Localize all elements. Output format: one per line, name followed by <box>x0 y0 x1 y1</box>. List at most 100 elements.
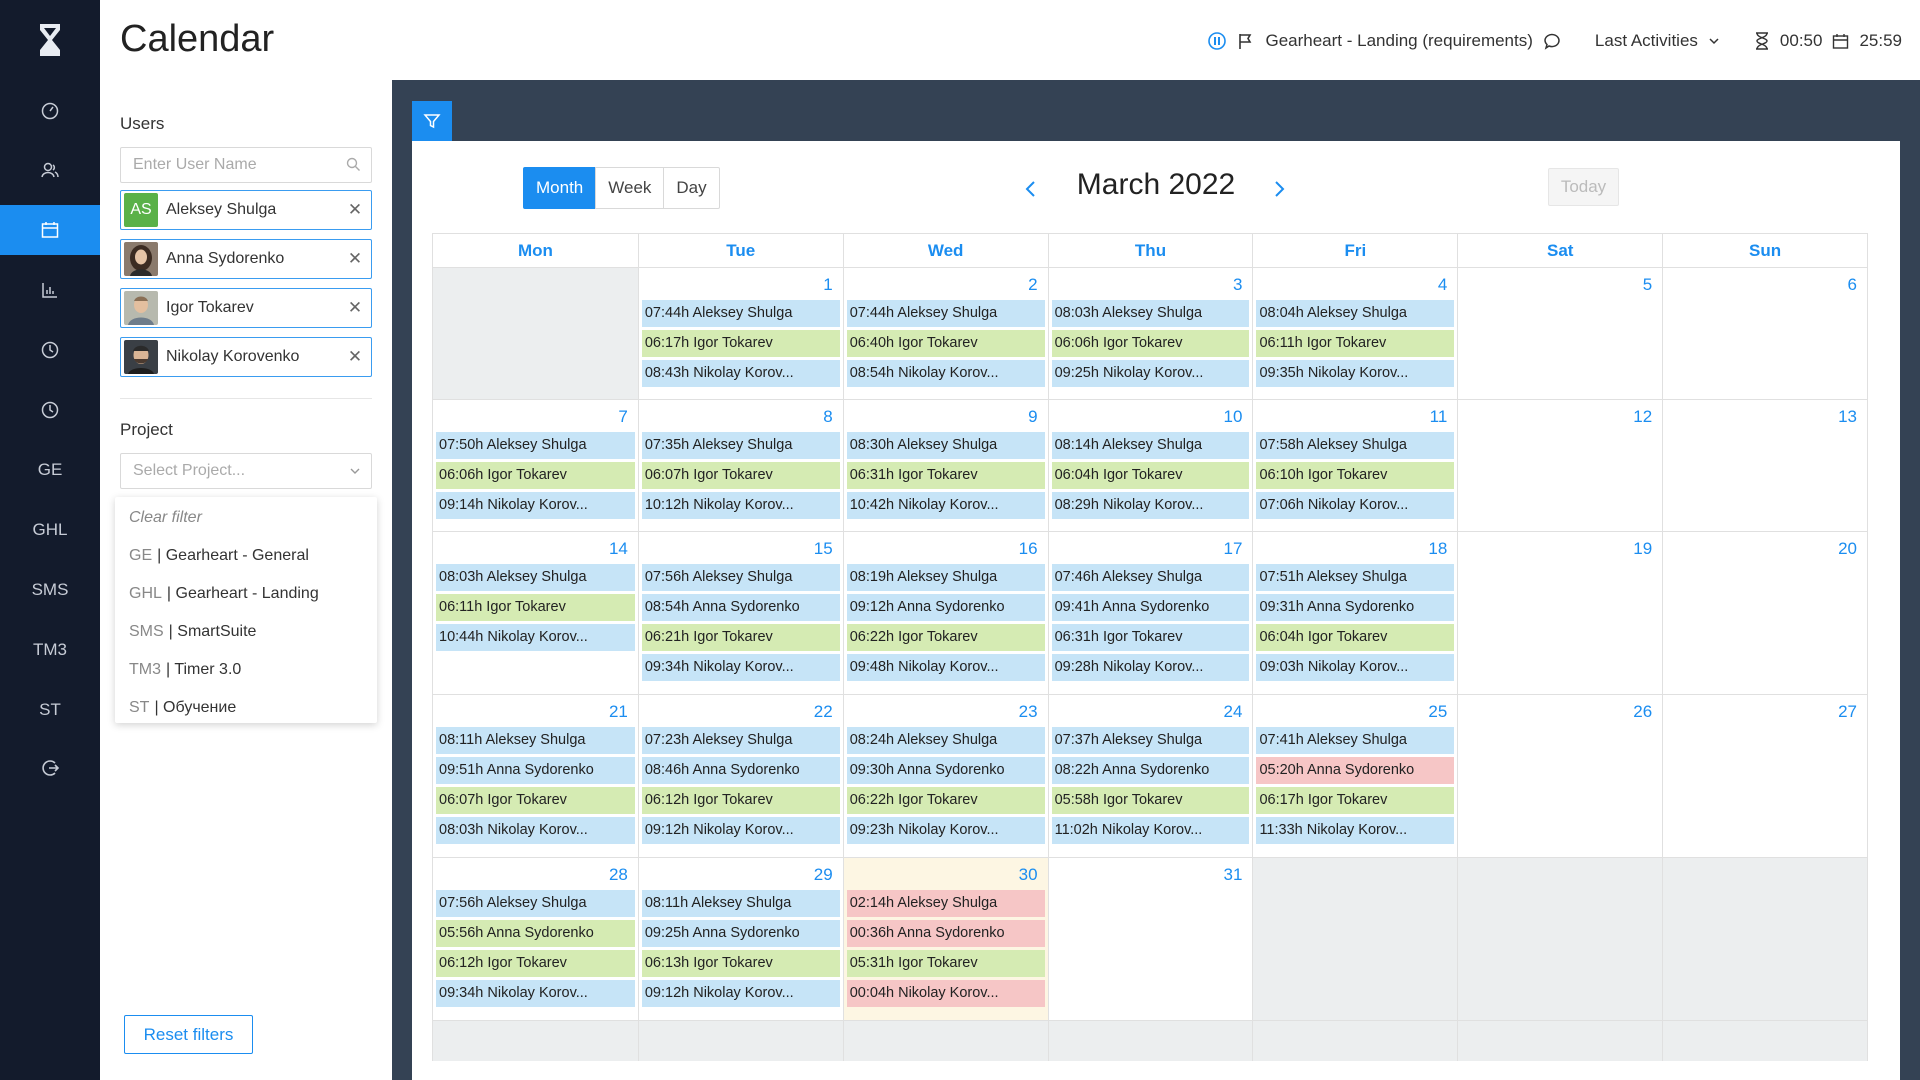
calendar-event[interactable]: 09:23h Nikolay Korov... <box>846 817 1045 844</box>
day-cell-9[interactable]: 9 08:30h Aleksey Shulga 06:31h Igor Tokare… <box>842 400 1048 531</box>
calendar-event[interactable]: 09:41h Anna Sydorenko <box>1051 594 1250 621</box>
user-chip-anna[interactable]: Anna Sydorenko ✕ <box>120 239 372 279</box>
calendar-event[interactable]: 09:35h Nikolay Korov... <box>1256 360 1455 387</box>
project-option-st[interactable]: ST | Обучение <box>115 689 377 727</box>
calendar-event[interactable]: 06:11h Igor Tokarev <box>436 594 635 621</box>
day-cell-5[interactable]: 5 <box>1457 268 1662 399</box>
calendar-event[interactable]: 07:35h Aleksey Shulga <box>641 432 840 459</box>
calendar-event[interactable]: 05:31h Igor Tokarev <box>846 950 1045 977</box>
user-chip-aleksey[interactable]: AS Aleksey Shulga ✕ <box>120 190 372 230</box>
day-cell-29[interactable]: 29 08:11h Aleksey Shulga 09:25h Anna Sydor… <box>637 858 843 1020</box>
calendar-event[interactable]: 07:56h Aleksey Shulga <box>436 890 635 917</box>
day-cell-4[interactable]: 4 08:04h Aleksey Shulga 06:11h Igor Tokare… <box>1252 268 1457 399</box>
day-cell-19[interactable]: 19 <box>1457 532 1662 694</box>
calendar-event[interactable]: 08:46h Anna Sydorenko <box>641 757 840 784</box>
user-chip-igor[interactable]: Igor Tokarev ✕ <box>120 288 372 328</box>
calendar-event[interactable]: 05:20h Anna Sydorenko <box>1256 757 1455 784</box>
sidebar-item-project-ghl[interactable]: GHL <box>0 505 100 555</box>
user-search-input[interactable] <box>121 148 371 182</box>
view-day-button[interactable]: Day <box>663 167 720 209</box>
calendar-event[interactable]: 06:06h Igor Tokarev <box>436 462 635 489</box>
day-cell-3[interactable]: 3 08:03h Aleksey Shulga 06:06h Igor Tokare… <box>1047 268 1253 399</box>
calendar-event[interactable]: 08:19h Aleksey Shulga <box>846 564 1045 591</box>
calendar-event[interactable]: 09:12h Nikolay Korov... <box>641 980 840 1007</box>
calendar-event[interactable]: 07:06h Nikolay Korov... <box>1256 492 1455 519</box>
project-option-sms[interactable]: SMS | SmartSuite <box>115 613 377 651</box>
calendar-event[interactable]: 07:41h Aleksey Shulga <box>1256 727 1455 754</box>
calendar-event[interactable]: 09:30h Anna Sydorenko <box>846 757 1045 784</box>
calendar-event[interactable]: 05:58h Igor Tokarev <box>1051 787 1250 814</box>
close-icon[interactable]: ✕ <box>345 249 365 269</box>
calendar-event[interactable]: 09:34h Nikolay Korov... <box>436 980 635 1007</box>
calendar-event[interactable]: 00:36h Anna Sydorenko <box>846 920 1045 947</box>
calendar-event[interactable]: 07:58h Aleksey Shulga <box>1256 432 1455 459</box>
calendar-event[interactable]: 08:03h Aleksey Shulga <box>436 564 635 591</box>
day-cell-1[interactable]: 1 07:44h Aleksey Shulga 06:17h Igor Tokare… <box>637 268 843 399</box>
day-cell-28[interactable]: 28 07:56h Aleksey Shulga 05:56h Anna Sydor… <box>433 858 638 1020</box>
calendar-event[interactable]: 02:14h Aleksey Shulga <box>846 890 1045 917</box>
day-cell-13[interactable]: 13 <box>1662 400 1867 531</box>
calendar-event[interactable]: 09:25h Anna Sydorenko <box>641 920 840 947</box>
calendar-event[interactable]: 06:21h Igor Tokarev <box>641 624 840 651</box>
calendar-event[interactable]: 11:33h Nikolay Korov... <box>1256 817 1455 844</box>
calendar-event[interactable]: 08:30h Aleksey Shulga <box>846 432 1045 459</box>
day-cell-18[interactable]: 18 07:51h Aleksey Shulga 09:31h Anna Sydor… <box>1252 532 1457 694</box>
calendar-event[interactable]: 06:10h Igor Tokarev <box>1256 462 1455 489</box>
filter-toggle-button[interactable] <box>412 101 452 141</box>
calendar-event[interactable]: 08:29h Nikolay Korov... <box>1051 492 1250 519</box>
day-cell-27[interactable]: 27 <box>1662 695 1867 857</box>
calendar-event[interactable]: 08:24h Aleksey Shulga <box>846 727 1045 754</box>
calendar-event[interactable]: 07:44h Aleksey Shulga <box>641 300 840 327</box>
day-cell-16[interactable]: 16 08:19h Aleksey Shulga 09:12h Anna Sydor… <box>842 532 1048 694</box>
calendar-event[interactable]: 09:03h Nikolay Korov... <box>1256 654 1455 681</box>
current-task-label[interactable]: Gearheart - Landing (requirements) <box>1265 31 1532 51</box>
calendar-event[interactable]: 06:12h Igor Tokarev <box>436 950 635 977</box>
calendar-event[interactable]: 09:14h Nikolay Korov... <box>436 492 635 519</box>
calendar-event[interactable]: 06:07h Igor Tokarev <box>641 462 840 489</box>
day-cell-14[interactable]: 14 08:03h Aleksey Shulga 06:11h Igor Tokar… <box>433 532 638 694</box>
pause-icon[interactable] <box>1207 31 1227 51</box>
calendar-event[interactable]: 06:04h Igor Tokarev <box>1256 624 1455 651</box>
calendar-event[interactable]: 08:03h Nikolay Korov... <box>436 817 635 844</box>
calendar-event[interactable]: 07:44h Aleksey Shulga <box>846 300 1045 327</box>
calendar-event[interactable]: 06:06h Igor Tokarev <box>1051 330 1250 357</box>
sidebar-item-dashboard[interactable] <box>0 85 100 135</box>
project-option-ghl[interactable]: GHL | Gearheart - Landing <box>115 575 377 613</box>
last-activities-dropdown[interactable]: Last Activities <box>1595 31 1698 51</box>
calendar-event[interactable]: 06:04h Igor Tokarev <box>1051 462 1250 489</box>
calendar-event[interactable]: 09:12h Nikolay Korov... <box>641 817 840 844</box>
calendar-event[interactable]: 00:04h Nikolay Korov... <box>846 980 1045 1007</box>
day-cell-11[interactable]: 11 07:58h Aleksey Shulga 06:10h Igor Tokar… <box>1252 400 1457 531</box>
calendar-event[interactable]: 07:56h Aleksey Shulga <box>641 564 840 591</box>
comment-icon[interactable] <box>1543 32 1561 50</box>
day-cell-22[interactable]: 22 07:23h Aleksey Shulga 08:46h Anna Sydor… <box>637 695 843 857</box>
calendar-event[interactable]: 08:03h Aleksey Shulga <box>1051 300 1250 327</box>
project-option-clear[interactable]: Clear filter <box>115 499 377 537</box>
sidebar-item-users[interactable] <box>0 145 100 195</box>
day-cell-20[interactable]: 20 <box>1662 532 1867 694</box>
calendar-event[interactable]: 08:54h Anna Sydorenko <box>641 594 840 621</box>
day-cell-21[interactable]: 21 08:11h Aleksey Shulga 09:51h Anna Sydor… <box>433 695 638 857</box>
calendar-event[interactable]: 08:43h Nikolay Korov... <box>641 360 840 387</box>
day-cell-6[interactable]: 6 <box>1662 268 1867 399</box>
calendar-event[interactable]: 06:31h Igor Tokarev <box>1051 624 1250 651</box>
calendar-event[interactable]: 06:07h Igor Tokarev <box>436 787 635 814</box>
day-cell-26[interactable]: 26 <box>1457 695 1662 857</box>
day-cell-17[interactable]: 17 07:46h Aleksey Shulga 09:41h Anna Sydor… <box>1047 532 1253 694</box>
sidebar-item-logout[interactable] <box>0 743 100 793</box>
calendar-event[interactable]: 09:28h Nikolay Korov... <box>1051 654 1250 681</box>
calendar-event[interactable]: 06:12h Igor Tokarev <box>641 787 840 814</box>
prev-month-button[interactable] <box>1017 175 1045 203</box>
day-cell-2[interactable]: 2 07:44h Aleksey Shulga 06:40h Igor Tokare… <box>842 268 1048 399</box>
calendar-event[interactable]: 10:42h Nikolay Korov... <box>846 492 1045 519</box>
project-option-tm3[interactable]: TM3 | Timer 3.0 <box>115 651 377 689</box>
calendar-event[interactable]: 07:50h Aleksey Shulga <box>436 432 635 459</box>
calendar-event[interactable]: 08:11h Aleksey Shulga <box>436 727 635 754</box>
calendar-event[interactable]: 08:11h Aleksey Shulga <box>641 890 840 917</box>
sidebar-item-calendar[interactable] <box>0 205 100 255</box>
day-cell-31[interactable]: 31 <box>1047 858 1253 1020</box>
chevron-down-icon[interactable] <box>1708 35 1720 47</box>
hourglass-logo-icon[interactable] <box>0 18 100 62</box>
calendar-event[interactable]: 06:22h Igor Tokarev <box>846 624 1045 651</box>
calendar-event[interactable]: 06:31h Igor Tokarev <box>846 462 1045 489</box>
